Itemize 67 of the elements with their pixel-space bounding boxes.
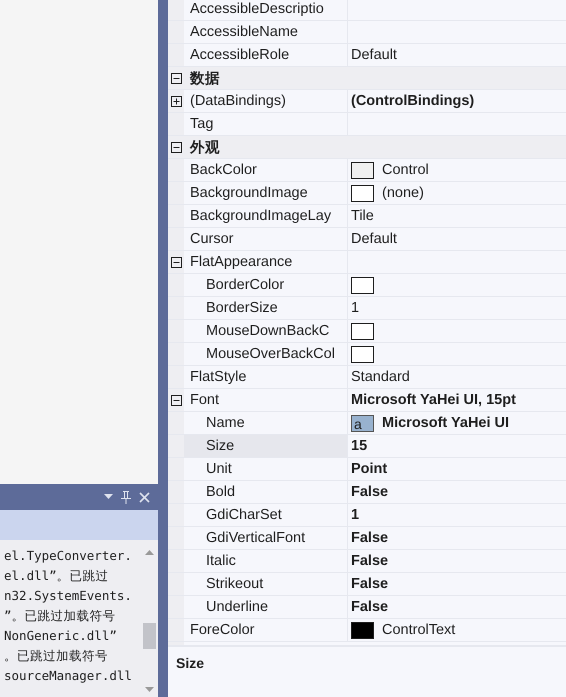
output-line: sourceManager.dll — [4, 667, 132, 685]
output-line: el.dll”。已跳过 — [4, 567, 109, 585]
property-value[interactable]: Standard — [351, 369, 410, 385]
property-value[interactable]: Tile — [351, 208, 374, 224]
property-name[interactable]: ForeColor — [184, 619, 348, 641]
property-value[interactable]: False — [351, 553, 388, 569]
close-icon[interactable] — [139, 492, 150, 502]
property-name[interactable]: (DataBindings) — [184, 90, 348, 112]
output-line: NonGeneric.dll” — [4, 627, 117, 645]
property-value[interactable]: False — [351, 599, 388, 615]
collapse-icon[interactable] — [170, 256, 182, 268]
category-header[interactable]: 外观 — [190, 138, 220, 156]
property-value[interactable]: Point — [351, 461, 388, 477]
property-name[interactable]: GdiVerticalFont — [184, 527, 348, 549]
property-name[interactable]: Tag — [184, 113, 348, 135]
property-value[interactable]: Default — [351, 231, 397, 247]
property-value[interactable]: 15 — [351, 438, 368, 454]
property-name[interactable]: BackColor — [184, 159, 348, 181]
property-name[interactable]: BorderSize — [184, 297, 348, 319]
property-value[interactable]: 1 — [351, 300, 360, 316]
property-value[interactable]: False — [351, 484, 388, 500]
property-value[interactable]: False — [351, 576, 388, 592]
scroll-down-icon[interactable] — [145, 687, 154, 692]
property-name[interactable]: MouseOverBackCol — [184, 343, 348, 365]
collapse-icon[interactable] — [170, 394, 182, 406]
category-header[interactable]: 数据 — [190, 68, 220, 88]
output-line: ”。已跳过加载符号 — [4, 607, 116, 625]
property-value[interactable]: (none) — [382, 185, 424, 201]
font-sample: a — [351, 414, 374, 432]
property-name[interactable]: Italic — [184, 550, 348, 572]
output-line: 。已跳过加载符号 — [4, 647, 108, 665]
property-name[interactable]: FlatAppearance — [184, 251, 348, 273]
property-value[interactable]: (ControlBindings) — [351, 93, 474, 109]
pin-icon[interactable] — [121, 490, 131, 504]
output-line: n32.SystemEvents. — [4, 587, 132, 605]
property-name[interactable]: MouseDownBackC — [184, 320, 348, 342]
property-name[interactable]: GdiCharSet — [184, 504, 348, 526]
output-line: el.TypeConverter. — [4, 547, 132, 565]
property-value[interactable]: Microsoft YaHei UI, 15pt — [351, 392, 516, 408]
property-name[interactable]: Size — [184, 435, 348, 457]
description-title: Size — [176, 655, 204, 671]
property-name[interactable]: BackgroundImage — [184, 182, 348, 204]
property-name[interactable]: Strikeout — [184, 573, 348, 595]
collapse-icon[interactable] — [170, 142, 182, 152]
property-name[interactable]: Underline — [184, 596, 348, 618]
property-value[interactable]: Control — [382, 162, 429, 178]
property-name[interactable]: Bold — [184, 481, 348, 503]
property-name[interactable]: AccessibleName — [184, 21, 348, 43]
property-name[interactable]: Cursor — [184, 228, 348, 250]
property-value[interactable]: 1 — [351, 507, 360, 523]
property-name[interactable]: FlatStyle — [184, 366, 348, 388]
dropdown-icon[interactable] — [104, 494, 113, 500]
collapse-icon[interactable] — [170, 72, 182, 84]
property-value[interactable]: False — [351, 530, 388, 546]
property-name[interactable]: Unit — [184, 458, 348, 480]
scrollbar-thumb[interactable] — [143, 623, 156, 649]
property-name[interactable]: AccessibleRole — [184, 44, 348, 66]
property-value[interactable]: ControlText — [382, 622, 456, 638]
property-name[interactable]: Name — [184, 412, 348, 434]
expand-icon[interactable] — [170, 96, 182, 106]
property-value[interactable]: Microsoft YaHei UI — [382, 415, 510, 431]
property-name[interactable]: BackgroundImageLay — [184, 205, 348, 227]
property-name[interactable]: BorderColor — [184, 274, 348, 296]
property-name[interactable]: Font — [184, 389, 348, 411]
scroll-up-icon[interactable] — [145, 550, 154, 555]
property-name[interactable]: AccessibleDescriptio — [184, 0, 348, 20]
property-value[interactable]: Default — [351, 47, 397, 63]
